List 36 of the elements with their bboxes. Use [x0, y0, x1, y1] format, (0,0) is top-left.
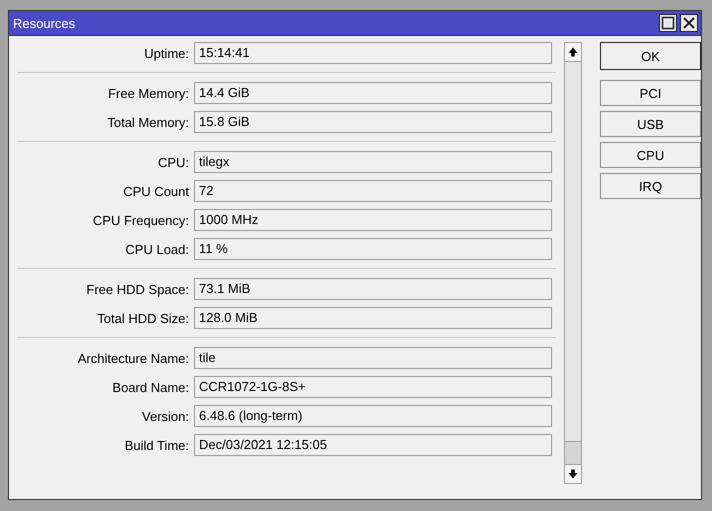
value-field[interactable]: 73.1 MiB [194, 278, 552, 300]
field-label: CPU Frequency: [92, 212, 190, 228]
value-field[interactable]: 11 % [194, 238, 552, 260]
value-field[interactable]: 72 [194, 180, 552, 202]
field-label: Free Memory: [107, 86, 190, 100]
value-field[interactable]: Dec/03/2021 12:15:05 [194, 434, 552, 456]
value-field[interactable]: 1000 MHz [194, 209, 552, 231]
close-icon[interactable] [680, 14, 698, 32]
value-field[interactable]: 14.4 GiB [194, 82, 552, 104]
value-field[interactable]: 128.0 MiB [194, 307, 552, 329]
value-field[interactable]: 6.48.6 (long-term) [194, 405, 552, 427]
value-field[interactable]: CCR1072-1G-8S+ [194, 376, 552, 398]
value-field[interactable]: tilegx [194, 151, 552, 173]
ok-button[interactable]: OK [600, 42, 701, 70]
field-label: CPU Load: [124, 242, 190, 256]
field-label: Total HDD Size: [96, 310, 190, 326]
field-label: Version: [141, 408, 190, 424]
field-label: CPU Count [122, 184, 190, 198]
field-label: Architecture Name: [76, 350, 190, 366]
value-field[interactable]: 15.8 GiB [194, 111, 552, 133]
action-button[interactable]: USB [600, 111, 701, 137]
value-field[interactable]: 15:14:41 [194, 42, 552, 64]
field-label: Total Memory: [106, 114, 190, 130]
field-label: Board Name: [111, 380, 190, 394]
window-title: Resources [13, 16, 76, 30]
scrollbar[interactable] [564, 42, 582, 484]
scroll-thumb[interactable] [565, 441, 581, 464]
action-button[interactable]: IRQ [600, 173, 701, 199]
field-label: Free HDD Space: [85, 282, 190, 296]
field-label: CPU: [156, 154, 190, 170]
value-field[interactable]: tile [194, 347, 552, 369]
action-button[interactable]: PCI [600, 80, 701, 106]
maximize-icon[interactable] [659, 14, 677, 32]
action-button[interactable]: CPU [600, 142, 701, 168]
field-label: Uptime: [143, 46, 190, 60]
field-label: Build Time: [124, 438, 190, 452]
